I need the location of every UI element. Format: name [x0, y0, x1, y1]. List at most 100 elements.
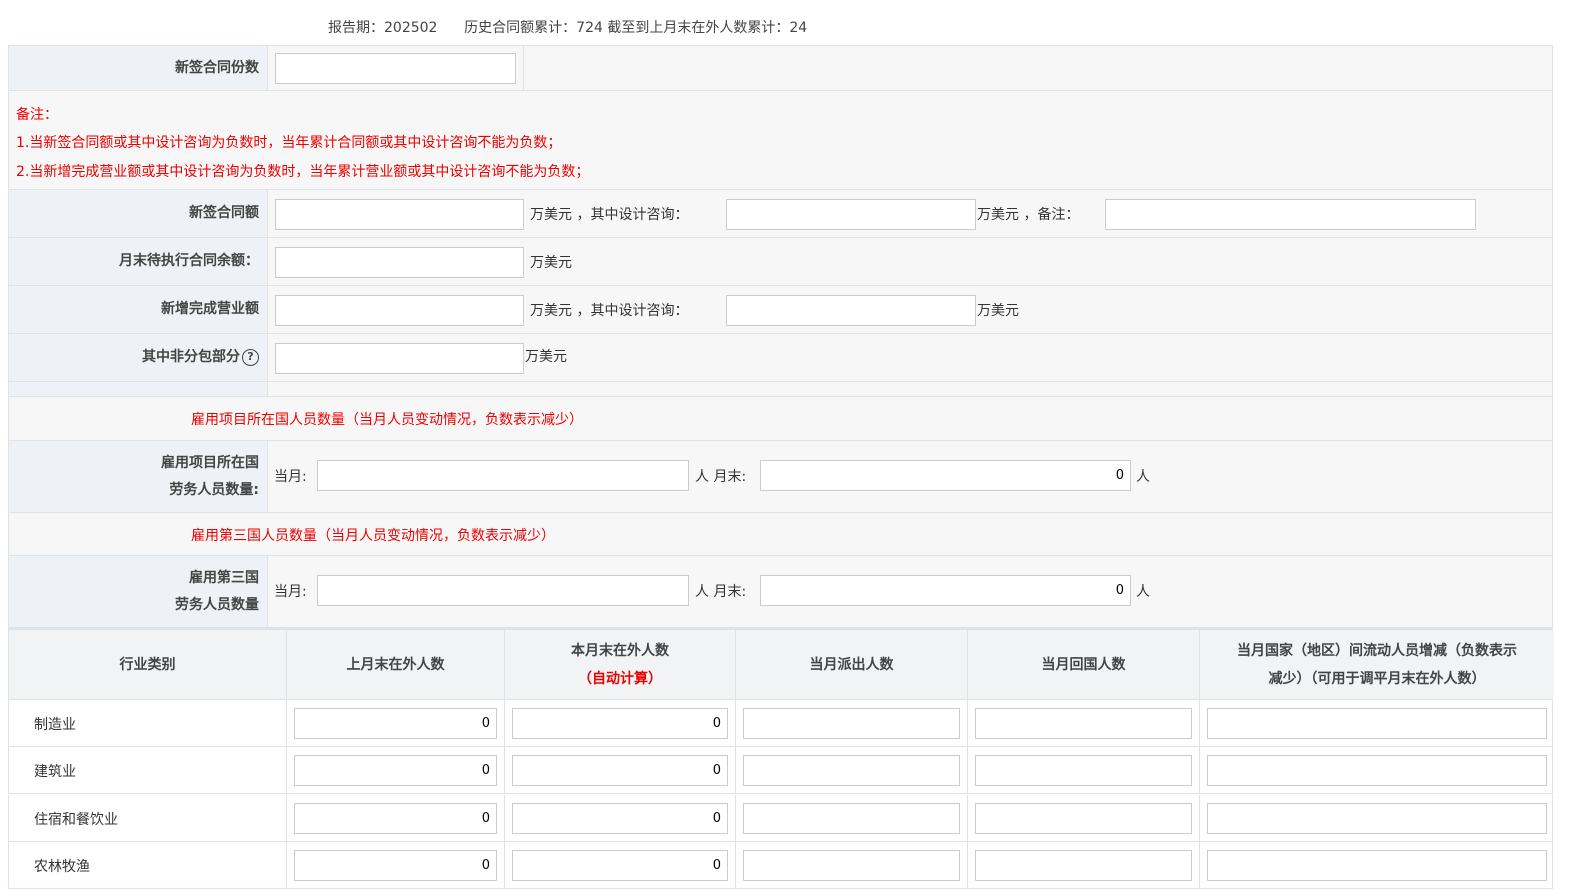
table-cell	[968, 794, 1200, 841]
contract-count-row: 新签合同份数	[8, 45, 1553, 91]
spacer-label	[9, 382, 268, 396]
industry-cell: 建筑业	[9, 747, 287, 794]
flow-input[interactable]	[1207, 802, 1547, 834]
report-header: 报告期：202502 历史合同额累计：724 截至到上月末在外人数累计：24	[328, 17, 807, 37]
industry-cell: 住宿和餐饮业	[9, 794, 287, 841]
end-label: 人 月末:	[695, 469, 747, 485]
end-label: 人 月末:	[695, 584, 747, 600]
industry-name: 建筑业	[34, 764, 76, 781]
non-sub-label-text: 其中非分包部分	[142, 349, 240, 365]
curr-count-input[interactable]	[512, 802, 728, 834]
col-dispatched: 当月派出人数	[736, 630, 968, 699]
returned-input[interactable]	[975, 708, 1192, 739]
table-cell	[736, 841, 968, 888]
industry-name: 制造业	[34, 717, 76, 733]
auto-calc-note: （自动计算）	[578, 670, 662, 687]
local-month-input[interactable]	[317, 460, 689, 491]
local-label: 雇用项目所在国 劳务人员数量:	[9, 441, 268, 512]
month-label: 当月:	[274, 584, 307, 600]
industry-name: 农林牧渔	[34, 858, 90, 875]
balance-input[interactable]	[275, 247, 524, 278]
table-cell	[287, 700, 505, 746]
unit-label: 万美元	[525, 349, 567, 365]
table-cell	[287, 794, 505, 841]
returned-input[interactable]	[975, 802, 1192, 834]
table-cell	[505, 794, 736, 841]
col-flow-line: 减少）（可用于调平月末在外人数）	[1268, 670, 1486, 687]
table-cell	[287, 841, 505, 888]
returned-input[interactable]	[975, 849, 1192, 881]
prev-count-input[interactable]	[294, 849, 497, 881]
table-cell	[736, 700, 968, 746]
table-cell	[1200, 747, 1554, 793]
non-sub-input[interactable]	[275, 343, 524, 374]
table-row: 住宿和餐饮业	[8, 794, 1553, 842]
new-contract-design-input[interactable]	[726, 199, 976, 230]
unit-label: 万美元 ，备注：	[977, 207, 1080, 223]
table-cell	[968, 841, 1200, 888]
dispatched-input[interactable]	[743, 755, 960, 787]
help-icon[interactable]: ?	[242, 349, 259, 366]
table-cell	[505, 841, 736, 888]
col-curr: 本月末在外人数 （自动计算）	[505, 630, 736, 699]
col-returned: 当月回国人数	[968, 630, 1200, 699]
balance-row: 月末待执行合同余额： 万美元	[8, 238, 1553, 286]
table-row: 制造业	[8, 700, 1553, 747]
revenue-row: 新增完成营业额 万美元 ，其中设计咨询： 万美元	[8, 286, 1553, 334]
contract-count-input[interactable]	[275, 53, 516, 84]
history-summary: 历史合同额累计：724 截至到上月末在外人数累计：24	[464, 20, 808, 36]
local-section-title: 雇用项目所在国人员数量（当月人员变动情况，负数表示减少）	[191, 412, 583, 428]
industry-cell: 制造业	[9, 700, 287, 746]
local-section-row: 雇用项目所在国人员数量（当月人员变动情况，负数表示减少）	[8, 397, 1553, 441]
flow-input[interactable]	[1207, 755, 1547, 787]
table-cell	[968, 700, 1200, 746]
person-label: 人	[1136, 584, 1150, 600]
note-item: 1.当新签合同额或其中设计咨询为负数时，当年累计合同额或其中设计咨询不能为负数；	[16, 135, 562, 151]
dispatched-input[interactable]	[743, 802, 960, 834]
curr-count-input[interactable]	[512, 755, 728, 787]
third-month-input[interactable]	[317, 575, 689, 606]
person-label: 人	[1136, 469, 1150, 485]
table-cell	[736, 747, 968, 794]
non-sub-row: 其中非分包部分? 万美元	[8, 334, 1553, 382]
notes-row: 备注： 1.当新签合同额或其中设计咨询为负数时，当年累计合同额或其中设计咨询不能…	[8, 91, 1553, 190]
revenue-label: 新增完成营业额	[9, 286, 268, 333]
local-label-line: 劳务人员数量:	[169, 481, 259, 498]
new-contract-remark-input[interactable]	[1105, 199, 1476, 230]
unit-label: 万美元 ，其中设计咨询：	[530, 207, 689, 223]
local-row: 雇用项目所在国劳务人员数量: 当月: 人 月末: 人	[8, 441, 1553, 513]
dispatched-input[interactable]	[743, 708, 960, 739]
table-cell	[287, 747, 505, 794]
new-contract-row: 新签合同额 万美元 ，其中设计咨询： 万美元 ，备注：	[8, 190, 1553, 238]
dispatched-input[interactable]	[743, 849, 960, 881]
prev-count-input[interactable]	[294, 802, 497, 834]
balance-label: 月末待执行合同余额：	[9, 238, 268, 285]
unit-label: 万美元	[977, 303, 1019, 319]
table-cell	[505, 700, 736, 746]
third-section-title: 雇用第三国人员数量（当月人员变动情况，负数表示减少）	[191, 528, 555, 544]
table-cell	[1200, 700, 1554, 746]
prev-count-input[interactable]	[294, 755, 497, 787]
col-flow-line: 当月国家（地区）间流动人员增减（负数表示	[1237, 642, 1517, 659]
table-cell	[736, 794, 968, 841]
revenue-input[interactable]	[275, 295, 524, 326]
returned-input[interactable]	[975, 755, 1192, 787]
prev-count-input[interactable]	[294, 708, 497, 739]
new-contract-input[interactable]	[275, 199, 524, 230]
revenue-design-input[interactable]	[726, 295, 976, 326]
flow-input[interactable]	[1207, 708, 1547, 739]
third-end-input[interactable]	[760, 575, 1131, 606]
curr-count-input[interactable]	[512, 708, 728, 739]
table-cell	[1200, 842, 1554, 888]
table-cell	[968, 747, 1200, 794]
col-flow: 当月国家（地区）间流动人员增减（负数表示 减少）（可用于调平月末在外人数）	[1200, 630, 1554, 699]
curr-count-input[interactable]	[512, 849, 728, 881]
report-period: 报告期：202502	[328, 20, 438, 36]
third-section-row: 雇用第三国人员数量（当月人员变动情况，负数表示减少）	[8, 513, 1553, 556]
industry-name: 住宿和餐饮业	[34, 811, 118, 828]
col-curr-title: 本月末在外人数	[571, 642, 669, 659]
flow-input[interactable]	[1207, 849, 1547, 881]
local-end-input[interactable]	[760, 460, 1131, 491]
third-row: 雇用第三国劳务人员数量 当月: 人 月末: 人	[8, 556, 1553, 628]
industry-cell: 农林牧渔	[9, 841, 287, 888]
